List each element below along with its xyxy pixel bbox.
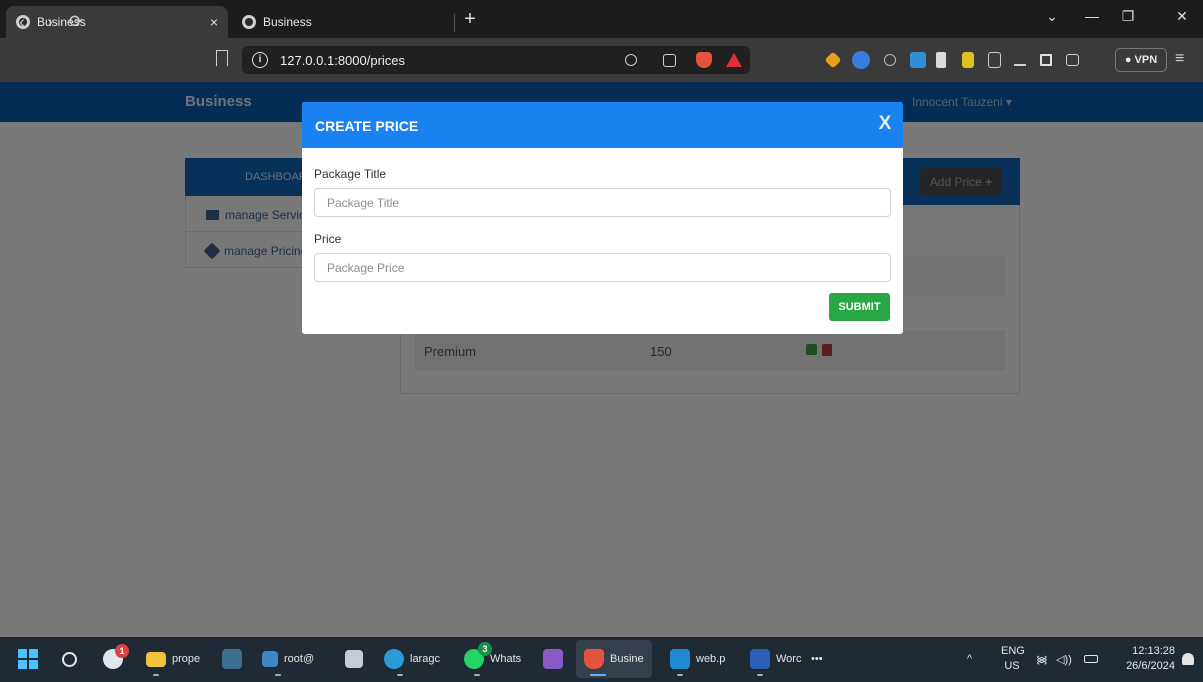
wifi-icon: ᯼ — [1036, 653, 1048, 666]
taskbar-app-terminal[interactable]: root@ — [262, 648, 314, 670]
network-icon — [262, 651, 278, 667]
word-icon — [750, 649, 770, 669]
running-indicator — [275, 674, 281, 676]
taskbar-clock[interactable]: 12:13:28 26/6/2024 — [1125, 644, 1175, 674]
vscode-icon — [670, 649, 690, 669]
taskbar-app-explorer[interactable]: prope — [146, 648, 200, 670]
region-code: US — [1004, 660, 1020, 672]
restore-button[interactable]: ❐ — [1116, 8, 1140, 25]
window-close-button[interactable]: ✕ — [1170, 8, 1194, 25]
tab-business[interactable]: Business — [232, 6, 452, 38]
reload-button[interactable]: ⟳ — [66, 12, 86, 32]
bookmark-icon[interactable] — [216, 50, 228, 66]
package-title-input[interactable] — [314, 188, 891, 217]
notifications-button[interactable] — [1182, 648, 1194, 670]
minimize-button[interactable]: — — [1080, 8, 1104, 24]
tab-close-icon[interactable]: × — [210, 14, 218, 30]
tab-separator — [454, 14, 455, 32]
taskbar-app-label: prope — [172, 653, 201, 665]
running-indicator — [677, 674, 683, 676]
wallet-icon[interactable] — [1066, 54, 1079, 66]
package-price-input[interactable] — [314, 253, 891, 282]
windows-icon — [18, 649, 38, 669]
volume-icon: ◁)) — [1056, 653, 1072, 666]
running-indicator — [757, 674, 763, 676]
create-price-modal: CREATE PRICE X Package Title Price SUBMI… — [302, 102, 903, 334]
back-button[interactable]: ‹ — [12, 12, 32, 32]
taskbar-app-label: laragc — [410, 653, 440, 665]
network-status[interactable]: ᯼ — [1036, 648, 1048, 670]
submit-button[interactable]: SUBMIT — [829, 293, 890, 321]
folder-icon — [146, 651, 166, 667]
extension-form-icon[interactable] — [910, 52, 926, 68]
vpn-button[interactable]: ● VPN — [1115, 48, 1167, 72]
clock-date: 26/6/2024 — [1126, 660, 1175, 672]
tray-overflow-button[interactable]: ^ — [967, 648, 972, 670]
zoom-icon[interactable] — [625, 54, 637, 66]
taskbar-app-laragon[interactable]: laragc — [384, 648, 440, 670]
taskbar-app-label: root@ — [284, 653, 315, 665]
price-label: Price — [314, 232, 342, 246]
brave-rewards-icon[interactable] — [726, 53, 742, 67]
taskbar-app-label: Whats — [490, 653, 522, 665]
forward-button[interactable]: › — [40, 12, 60, 32]
search-icon — [62, 651, 77, 667]
laragon-icon — [384, 649, 404, 669]
extension-download-helper-icon[interactable] — [962, 52, 974, 68]
visual-studio-icon — [543, 649, 563, 669]
sublime-icon — [222, 649, 242, 669]
brave-icon — [584, 649, 604, 669]
weather-badge: 1 — [115, 644, 129, 658]
vpn-label: VPN — [1134, 54, 1158, 66]
brave-shields-icon[interactable] — [696, 52, 712, 68]
sidebar-toggle-icon[interactable] — [1040, 54, 1052, 66]
language-code: ENG — [1001, 645, 1025, 657]
running-indicator — [474, 674, 480, 676]
url-text[interactable]: 127.0.0.1:8000/prices — [280, 53, 405, 68]
taskbar-app-brave[interactable]: Busine — [584, 648, 644, 670]
clock-time: 12:13:28 — [1132, 645, 1175, 657]
battery-status[interactable] — [1084, 648, 1098, 670]
taskbar-app-vscode[interactable]: web.p — [670, 648, 725, 670]
browser-menu-icon[interactable]: ≡ — [1175, 50, 1184, 68]
downloads-icon[interactable] — [1014, 54, 1026, 66]
modal-title: CREATE PRICE — [315, 118, 419, 134]
tab-search-dropdown-icon[interactable]: ⌄ — [1040, 8, 1064, 25]
taskbar-app-label: Busine — [610, 653, 644, 665]
extension-edge-icon[interactable] — [884, 54, 896, 66]
globe-icon — [242, 15, 256, 29]
new-tab-button[interactable]: + — [460, 8, 480, 31]
modal-close-button[interactable]: X — [877, 113, 893, 135]
taskbar-app-whatsapp[interactable]: Whats — [464, 648, 521, 670]
language-indicator[interactable]: ENG US — [1001, 644, 1025, 674]
taskbar-app-label: Worc — [776, 653, 802, 665]
tab-label: Business — [263, 15, 312, 29]
extension-translate-icon[interactable] — [852, 51, 870, 69]
package-title-label: Package Title — [314, 167, 387, 181]
taskbar-more-button[interactable]: ••• — [811, 648, 823, 670]
extensions-puzzle-icon[interactable] — [988, 52, 1001, 68]
extension-c-icon[interactable] — [936, 52, 946, 68]
taskbar-app-label: web.p — [696, 653, 726, 665]
site-info-icon[interactable]: i — [252, 52, 268, 68]
share-icon[interactable] — [663, 54, 676, 67]
search-button[interactable] — [62, 648, 77, 670]
running-indicator — [153, 674, 159, 676]
taskbar-app-visualstudio[interactable] — [543, 648, 563, 670]
running-indicator — [397, 674, 403, 676]
whatsapp-badge: 3 — [478, 642, 492, 656]
start-button[interactable] — [18, 648, 38, 670]
putty-icon — [345, 650, 363, 668]
taskbar-app-putty[interactable] — [345, 648, 363, 670]
taskbar-app-editor[interactable] — [222, 648, 242, 670]
battery-icon — [1084, 655, 1098, 663]
active-indicator — [590, 674, 606, 676]
notification-bell-icon — [1182, 653, 1194, 665]
volume-status[interactable]: ◁)) — [1056, 648, 1072, 670]
taskbar-app-word[interactable]: Worc — [750, 648, 801, 670]
